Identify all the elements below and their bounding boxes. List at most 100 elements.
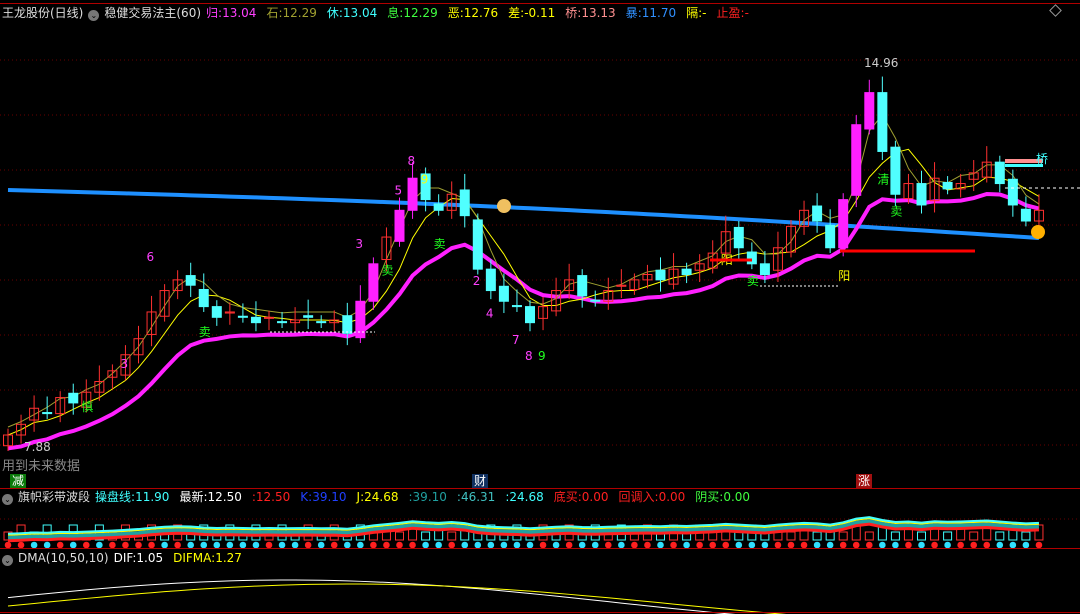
candle-body: [577, 275, 588, 297]
candle-body: [655, 269, 666, 281]
candle-body: [851, 124, 862, 196]
candle-body: [433, 203, 444, 211]
candle-body: [459, 189, 470, 217]
value-number: 1.05: [136, 551, 164, 565]
header-value-底买: 底买:0.00: [553, 490, 609, 504]
candle-body: [1007, 178, 1018, 206]
value-number: 24.68: [509, 490, 544, 504]
signal-label: 8: [408, 154, 416, 168]
low-price-label: 7.88: [24, 440, 51, 454]
signal-label: 9: [538, 349, 546, 363]
value-label: K: [300, 490, 309, 504]
header-value-阴买: 阴买:0.00: [695, 490, 751, 504]
ma-line-bao: [7, 188, 1040, 240]
sub1-header: ⌄ 旗帜彩带波段 操盘线:11.90 最新:12.50:12.50 K:39.10 J:2…: [2, 489, 765, 505]
candle-body: [368, 263, 379, 302]
header-value-最新: 最新:12.50: [179, 490, 242, 504]
value-label: J: [356, 490, 361, 504]
value-number: 0.00: [581, 490, 609, 504]
candle-body: [916, 183, 927, 206]
header-value-DIF: DIF:1.05: [113, 551, 164, 565]
candle-body: [485, 268, 496, 292]
volume-bar: [1021, 531, 1031, 541]
bottom-border: [0, 612, 1080, 613]
value-number: 39.10: [312, 490, 347, 504]
header-value-value: :24.68: [505, 490, 544, 504]
price-chart: 慎卖卖卖阳卖阳清卖63358247899: [0, 59, 1080, 614]
candle-body: [42, 412, 53, 415]
header-value-DIFMA: DIFMA:1.27: [173, 551, 242, 565]
signal-label: 5: [395, 183, 403, 197]
candle-body: [472, 219, 483, 270]
candle-body: [407, 177, 418, 211]
candle-body: [316, 321, 327, 324]
candle-body: [511, 305, 522, 308]
candle-body: [890, 146, 901, 195]
candle-body: [942, 181, 953, 190]
future-data-note: 用到未来数据: [2, 459, 81, 474]
marker-cai: 财: [472, 474, 489, 489]
candle-body: [394, 209, 405, 242]
signal-label: 卖: [434, 237, 446, 251]
candle-body: [185, 275, 196, 286]
high-price-label: 14.96: [864, 56, 899, 70]
dif-line: [7, 579, 736, 614]
sub2-title[interactable]: DMA(10,50,10): [18, 551, 109, 565]
value-number: 12.50: [207, 490, 242, 504]
volume-bar: [447, 531, 457, 541]
volume-bar: [995, 531, 1005, 541]
ma-line-gui: [7, 191, 1040, 451]
value-number: 24.68: [364, 490, 399, 504]
candle-body: [303, 315, 314, 318]
sub1-menu-icon[interactable]: ⌄: [2, 494, 13, 505]
candle-body: [342, 315, 353, 334]
candle-body: [746, 251, 757, 265]
bridge-label: 桥: [1036, 152, 1049, 166]
sub2-menu-icon[interactable]: ⌄: [2, 555, 13, 566]
signal-label: 清: [877, 173, 889, 187]
signal-label: 慎: [81, 400, 93, 414]
candle-body: [838, 199, 849, 249]
value-number: 39.10: [412, 490, 447, 504]
candle-body: [211, 306, 222, 318]
header-value-K: K:39.10: [300, 490, 347, 504]
value-number: 0.00: [658, 490, 686, 504]
candle-body: [498, 285, 509, 302]
candle-body: [237, 315, 248, 318]
volume-bar: [943, 531, 953, 541]
volume-bar: [864, 531, 874, 541]
signal-label: 2: [473, 274, 481, 288]
signal-label: 6: [147, 250, 155, 264]
difma-line: [7, 583, 787, 614]
sub2-header: ⌄ DMA(10,50,10) DIF:1.05 DIFMA:1.27: [2, 550, 257, 566]
signal-label: 3: [355, 237, 363, 251]
signal-label: 卖: [890, 205, 902, 219]
value-number: 1.27: [215, 551, 242, 565]
value-number: 46.31: [460, 490, 496, 504]
signal-label: 7: [512, 333, 520, 347]
signal-label: 卖: [381, 264, 393, 278]
signal-label: 阳: [838, 269, 850, 283]
candle-body: [1020, 208, 1031, 222]
sub1-title[interactable]: 旗帜彩带波段: [18, 490, 90, 504]
header-value-value: :12.50: [251, 490, 291, 504]
volume-bar: [917, 531, 926, 541]
header-value-value: :39.10: [408, 490, 447, 504]
volume-bar: [786, 531, 796, 541]
header-value-value: :46.31: [456, 490, 496, 504]
value-label: DIFMA: [173, 551, 212, 565]
signal-label: 卖: [199, 325, 211, 339]
ma-line-e: [7, 148, 1040, 436]
signal-label: 4: [486, 306, 494, 320]
candle-body: [68, 392, 79, 404]
header-value-操盘线: 操盘线:11.90: [95, 490, 170, 504]
value-number: 11.90: [135, 490, 170, 504]
value-label: 阴买: [695, 490, 720, 504]
candle-body: [733, 226, 744, 249]
value-number: 12.50: [255, 490, 291, 504]
value-label: 最新: [179, 490, 204, 504]
volume-bar: [890, 531, 900, 541]
header-value-J: J:24.68: [356, 490, 399, 504]
candle-body: [877, 92, 888, 152]
marker-jian: 减: [10, 474, 27, 489]
